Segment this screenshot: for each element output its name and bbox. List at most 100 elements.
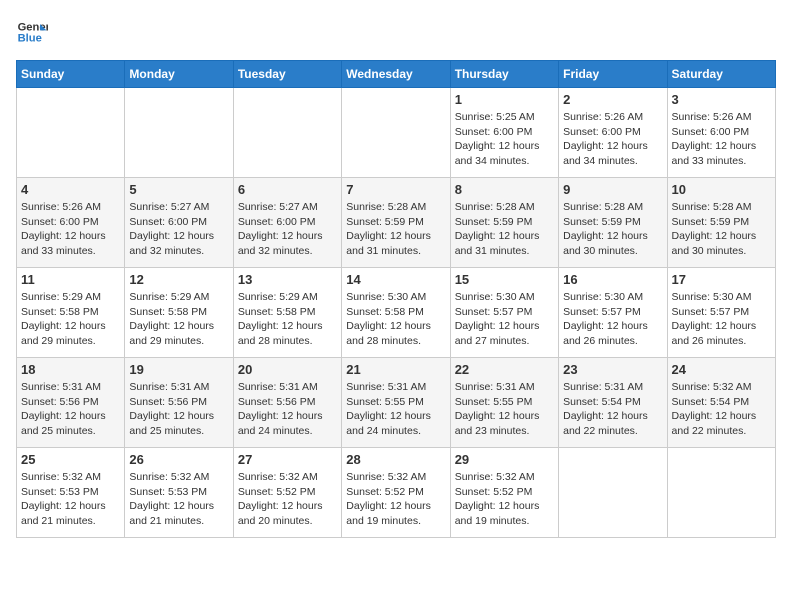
svg-text:General: General [18,21,48,33]
column-header-wednesday: Wednesday [342,61,450,88]
calendar-cell: 14 Sunrise: 5:30 AMSunset: 5:58 PMDayligh… [342,268,450,358]
day-number: 18 [21,362,120,377]
day-info: Sunrise: 5:32 AMSunset: 5:52 PMDaylight:… [455,470,554,529]
day-info: Sunrise: 5:32 AMSunset: 5:54 PMDaylight:… [672,380,771,439]
calendar-cell: 6 Sunrise: 5:27 AMSunset: 6:00 PMDaylight… [233,178,341,268]
day-info: Sunrise: 5:28 AMSunset: 5:59 PMDaylight:… [455,200,554,259]
column-header-tuesday: Tuesday [233,61,341,88]
day-info: Sunrise: 5:30 AMSunset: 5:57 PMDaylight:… [563,290,662,349]
day-info: Sunrise: 5:30 AMSunset: 5:57 PMDaylight:… [455,290,554,349]
calendar-cell: 28 Sunrise: 5:32 AMSunset: 5:52 PMDayligh… [342,448,450,538]
calendar-cell: 19 Sunrise: 5:31 AMSunset: 5:56 PMDayligh… [125,358,233,448]
calendar-cell: 26 Sunrise: 5:32 AMSunset: 5:53 PMDayligh… [125,448,233,538]
calendar-cell: 29 Sunrise: 5:32 AMSunset: 5:52 PMDayligh… [450,448,558,538]
day-number: 21 [346,362,445,377]
day-number: 16 [563,272,662,287]
day-number: 27 [238,452,337,467]
column-header-saturday: Saturday [667,61,775,88]
calendar-cell [559,448,667,538]
day-number: 25 [21,452,120,467]
calendar-cell: 25 Sunrise: 5:32 AMSunset: 5:53 PMDayligh… [17,448,125,538]
day-number: 20 [238,362,337,377]
day-number: 2 [563,92,662,107]
day-number: 7 [346,182,445,197]
day-number: 15 [455,272,554,287]
calendar-header-row: SundayMondayTuesdayWednesdayThursdayFrid… [17,61,776,88]
day-number: 10 [672,182,771,197]
day-number: 8 [455,182,554,197]
day-number: 23 [563,362,662,377]
day-number: 11 [21,272,120,287]
column-header-sunday: Sunday [17,61,125,88]
calendar-cell: 21 Sunrise: 5:31 AMSunset: 5:55 PMDayligh… [342,358,450,448]
calendar-cell: 5Sunrise: 5:27 AMSunset: 6:00 PMDaylight… [125,178,233,268]
calendar-cell [125,88,233,178]
column-header-monday: Monday [125,61,233,88]
calendar-cell: 1Sunrise: 5:25 AMSunset: 6:00 PMDaylight… [450,88,558,178]
calendar-table: SundayMondayTuesdayWednesdayThursdayFrid… [16,60,776,538]
day-info: Sunrise: 5:32 AMSunset: 5:53 PMDaylight:… [21,470,120,529]
day-number: 29 [455,452,554,467]
day-number: 14 [346,272,445,287]
day-info: Sunrise: 5:32 AMSunset: 5:53 PMDaylight:… [129,470,228,529]
day-number: 17 [672,272,771,287]
day-info: Sunrise: 5:30 AMSunset: 5:58 PMDaylight:… [346,290,445,349]
calendar-cell: 24 Sunrise: 5:32 AMSunset: 5:54 PMDayligh… [667,358,775,448]
calendar-cell: 23 Sunrise: 5:31 AMSunset: 5:54 PMDayligh… [559,358,667,448]
day-info: Sunrise: 5:31 AMSunset: 5:55 PMDaylight:… [346,380,445,439]
day-number: 24 [672,362,771,377]
day-info: Sunrise: 5:26 AMSunset: 6:00 PMDaylight:… [563,110,662,169]
day-number: 22 [455,362,554,377]
calendar-cell [17,88,125,178]
day-number: 9 [563,182,662,197]
calendar-cell [233,88,341,178]
week-row-2: 4 Sunrise: 5:26 AMSunset: 6:00 PMDaylight… [17,178,776,268]
day-info: Sunrise: 5:31 AMSunset: 5:56 PMDaylight:… [238,380,337,439]
week-row-5: 25 Sunrise: 5:32 AMSunset: 5:53 PMDayligh… [17,448,776,538]
calendar-cell [342,88,450,178]
calendar-cell: 11 Sunrise: 5:29 AMSunset: 5:58 PMDayligh… [17,268,125,358]
logo: General Blue [16,16,52,48]
calendar-cell: 2 Sunrise: 5:26 AMSunset: 6:00 PMDaylight… [559,88,667,178]
day-number: 28 [346,452,445,467]
logo-icon: General Blue [16,16,48,48]
day-info: Sunrise: 5:31 AMSunset: 5:55 PMDaylight:… [455,380,554,439]
calendar-cell: 22 Sunrise: 5:31 AMSunset: 5:55 PMDayligh… [450,358,558,448]
calendar-cell: 7 Sunrise: 5:28 AMSunset: 5:59 PMDaylight… [342,178,450,268]
calendar-cell: 17 Sunrise: 5:30 AMSunset: 5:57 PMDayligh… [667,268,775,358]
calendar-cell: 9Sunrise: 5:28 AMSunset: 5:59 PMDaylight… [559,178,667,268]
column-header-thursday: Thursday [450,61,558,88]
day-info: Sunrise: 5:32 AMSunset: 5:52 PMDaylight:… [346,470,445,529]
day-number: 1 [455,92,554,107]
day-number: 6 [238,182,337,197]
calendar-cell: 13 Sunrise: 5:29 AMSunset: 5:58 PMDayligh… [233,268,341,358]
day-number: 13 [238,272,337,287]
day-number: 4 [21,182,120,197]
calendar-cell: 4 Sunrise: 5:26 AMSunset: 6:00 PMDaylight… [17,178,125,268]
day-info: Sunrise: 5:31 AMSunset: 5:56 PMDaylight:… [129,380,228,439]
day-info: Sunrise: 5:29 AMSunset: 5:58 PMDaylight:… [21,290,120,349]
day-info: Sunrise: 5:32 AMSunset: 5:52 PMDaylight:… [238,470,337,529]
day-number: 19 [129,362,228,377]
day-number: 3 [672,92,771,107]
calendar-cell: 18 Sunrise: 5:31 AMSunset: 5:56 PMDayligh… [17,358,125,448]
week-row-3: 11 Sunrise: 5:29 AMSunset: 5:58 PMDayligh… [17,268,776,358]
header: General Blue [16,16,776,48]
svg-text:Blue: Blue [18,33,42,45]
day-info: Sunrise: 5:26 AMSunset: 6:00 PMDaylight:… [672,110,771,169]
day-info: Sunrise: 5:31 AMSunset: 5:56 PMDaylight:… [21,380,120,439]
day-info: Sunrise: 5:28 AMSunset: 5:59 PMDaylight:… [672,200,771,259]
calendar-cell: 27 Sunrise: 5:32 AMSunset: 5:52 PMDayligh… [233,448,341,538]
calendar-cell: 12Sunrise: 5:29 AMSunset: 5:58 PMDayligh… [125,268,233,358]
day-info: Sunrise: 5:26 AMSunset: 6:00 PMDaylight:… [21,200,120,259]
day-info: Sunrise: 5:31 AMSunset: 5:54 PMDaylight:… [563,380,662,439]
calendar-cell: 3 Sunrise: 5:26 AMSunset: 6:00 PMDaylight… [667,88,775,178]
week-row-1: 1Sunrise: 5:25 AMSunset: 6:00 PMDaylight… [17,88,776,178]
day-info: Sunrise: 5:29 AMSunset: 5:58 PMDaylight:… [238,290,337,349]
day-info: Sunrise: 5:28 AMSunset: 5:59 PMDaylight:… [346,200,445,259]
calendar-cell: 16 Sunrise: 5:30 AMSunset: 5:57 PMDayligh… [559,268,667,358]
day-info: Sunrise: 5:30 AMSunset: 5:57 PMDaylight:… [672,290,771,349]
day-number: 26 [129,452,228,467]
calendar-cell: 15 Sunrise: 5:30 AMSunset: 5:57 PMDayligh… [450,268,558,358]
day-info: Sunrise: 5:27 AMSunset: 6:00 PMDaylight:… [238,200,337,259]
